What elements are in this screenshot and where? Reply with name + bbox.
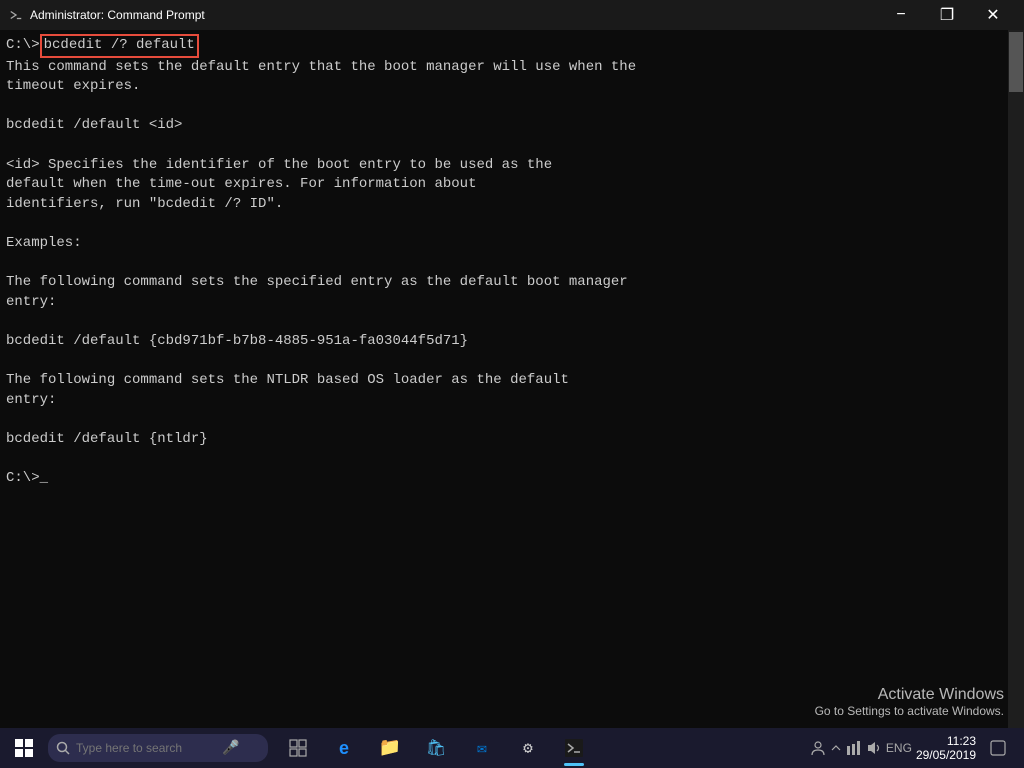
output-line1: This command sets the default entry that… xyxy=(6,58,1002,78)
store-icon: 🛍 xyxy=(426,738,446,758)
cmd-icon xyxy=(8,7,24,23)
command-text: bcdedit /? default xyxy=(40,34,199,58)
output-line4: bcdedit /default <id> xyxy=(6,116,1002,136)
notification-icon xyxy=(990,740,1006,756)
clock-date: 29/05/2019 xyxy=(916,748,976,762)
command-prompt-icon xyxy=(565,739,583,757)
title-bar: Administrator: Command Prompt − ❐ ✕ xyxy=(0,0,1024,30)
output-line2: timeout expires. xyxy=(6,77,1002,97)
output-line19 xyxy=(6,410,1002,430)
restore-button[interactable]: ❐ xyxy=(924,0,970,30)
start-button[interactable] xyxy=(0,728,48,768)
activate-windows-watermark: Activate Windows Go to Settings to activ… xyxy=(815,686,1004,718)
output-line21 xyxy=(6,449,1002,469)
notification-center-button[interactable] xyxy=(980,728,1016,768)
taskbar-person-icon[interactable] xyxy=(810,740,826,756)
taskbar-app-icons: e 📁 🛍 ✉ ⚙ xyxy=(276,728,596,768)
taskbar-clock[interactable]: 11:23 29/05/2019 xyxy=(916,734,976,762)
output-line12: The following command sets the specified… xyxy=(6,273,1002,293)
terminal-scrollbar[interactable] xyxy=(1008,30,1024,728)
windows-icon xyxy=(15,739,33,757)
command-line: C:\> bcdedit /? default xyxy=(6,34,1002,58)
taskbar-language[interactable]: ENG xyxy=(886,741,912,755)
title-bar-left: Administrator: Command Prompt xyxy=(8,7,205,23)
edge-icon: e xyxy=(339,738,349,759)
cursor: _ xyxy=(40,469,48,489)
title-bar-controls: − ❐ ✕ xyxy=(878,0,1016,30)
output-line14 xyxy=(6,312,1002,332)
taskbar-system-tray[interactable] xyxy=(830,742,842,754)
taskbar-file-explorer[interactable]: 📁 xyxy=(368,728,412,768)
taskbar-edge[interactable]: e xyxy=(322,728,366,768)
output-line3 xyxy=(6,97,1002,117)
taskbar-mail[interactable]: ✉ xyxy=(460,728,504,768)
terminal-window[interactable]: C:\> bcdedit /? default This command set… xyxy=(0,30,1024,728)
output-line16 xyxy=(6,352,1002,372)
language-label: ENG xyxy=(886,741,912,755)
title-bar-text: Administrator: Command Prompt xyxy=(30,8,205,22)
output-line18: entry: xyxy=(6,391,1002,411)
output-line5 xyxy=(6,136,1002,156)
output-line11 xyxy=(6,254,1002,274)
output-line9 xyxy=(6,214,1002,234)
output-line8: identifiers, run "bcdedit /? ID". xyxy=(6,195,1002,215)
taskbar-store[interactable]: 🛍 xyxy=(414,728,458,768)
output-line13: entry: xyxy=(6,293,1002,313)
active-prompt-line: C:\> _ xyxy=(6,469,1002,489)
scrollbar-thumb[interactable] xyxy=(1009,32,1023,92)
taskbar-volume-icon[interactable] xyxy=(866,740,882,756)
output-line7: default when the time-out expires. For i… xyxy=(6,175,1002,195)
taskbar-network-icon[interactable] xyxy=(846,740,862,756)
search-input[interactable] xyxy=(76,741,216,755)
close-button[interactable]: ✕ xyxy=(970,0,1016,30)
taskbar-right: ENG 11:23 29/05/2019 xyxy=(802,728,1024,768)
chevron-up-icon xyxy=(830,742,842,754)
terminal-content: C:\> bcdedit /? default This command set… xyxy=(6,34,1002,724)
output-line15: bcdedit /default {cbd971bf-b7b8-4885-951… xyxy=(6,332,1002,352)
taskbar-settings[interactable]: ⚙ xyxy=(506,728,550,768)
folder-icon: 📁 xyxy=(379,737,401,759)
active-prompt: C:\> xyxy=(6,469,40,489)
search-icon xyxy=(56,741,70,755)
taskbar-cmd[interactable] xyxy=(552,728,596,768)
output-line17: The following command sets the NTLDR bas… xyxy=(6,371,1002,391)
gear-icon: ⚙ xyxy=(523,738,533,758)
output-line6: <id> Specifies the identifier of the boo… xyxy=(6,156,1002,176)
output-line10: Examples: xyxy=(6,234,1002,254)
output-line20: bcdedit /default {ntldr} xyxy=(6,430,1002,450)
volume-icon xyxy=(866,740,882,756)
microphone-icon: 🎤 xyxy=(222,740,239,757)
taskbar-search-box[interactable]: 🎤 xyxy=(48,734,268,762)
clock-time: 11:23 xyxy=(916,734,976,748)
taskbar: 🎤 e 📁 🛍 ✉ ⚙ xyxy=(0,728,1024,768)
activate-line2: Go to Settings to activate Windows. xyxy=(815,704,1004,718)
taskbar-task-view[interactable] xyxy=(276,728,320,768)
mail-icon: ✉ xyxy=(477,738,487,758)
activate-line1: Activate Windows xyxy=(815,686,1004,704)
person-icon xyxy=(810,740,826,756)
prompt-prefix: C:\> xyxy=(6,36,40,56)
task-view-icon xyxy=(289,739,307,757)
network-icon xyxy=(846,740,862,756)
minimize-button[interactable]: − xyxy=(878,0,924,30)
